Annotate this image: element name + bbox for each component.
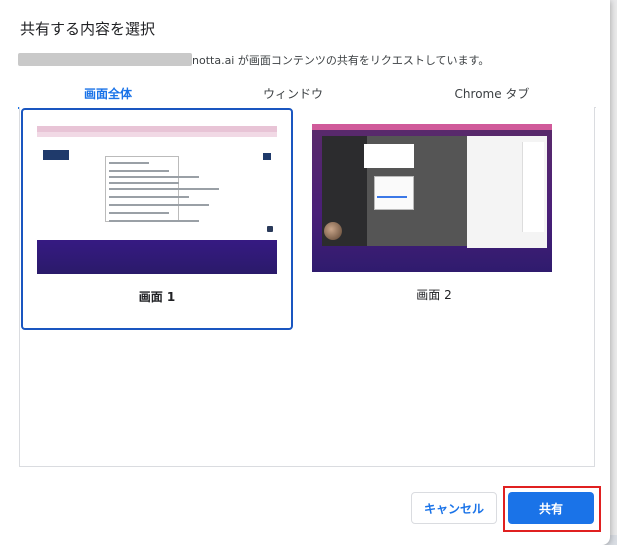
screen-2-label: 画面 2 (416, 288, 452, 302)
cancel-button[interactable]: キャンセル (411, 492, 497, 524)
thumb-side-panel (522, 142, 544, 232)
screen-option-1[interactable]: 画面 1 (21, 108, 293, 330)
screen-option-2[interactable]: 画面 2 (298, 108, 570, 330)
thumb-avatar (324, 222, 342, 240)
screen-1-label: 画面 1 (138, 290, 176, 304)
dialog-title: 共有する内容を選択 (20, 20, 156, 38)
screen-share-dialog: 共有する内容を選択 notta.ai が画面コンテンツの共有をリクエストしていま… (0, 0, 610, 545)
tab-chrome-tab[interactable]: Chrome タブ (388, 78, 596, 108)
thumb-popup (364, 144, 414, 168)
screen-1-thumbnail (37, 126, 277, 274)
thumb-text-line (109, 170, 169, 172)
thumb-text-line (109, 162, 149, 164)
thumb-blue-bar (377, 196, 407, 198)
thumb-text-line (109, 220, 199, 222)
thumb-nav-block (43, 150, 69, 160)
thumb-tabbar (37, 132, 277, 137)
thumb-text-line (109, 212, 169, 214)
redacted-url (18, 53, 192, 66)
thumb-text-line (109, 182, 179, 184)
thumb-menubar (312, 124, 552, 130)
thumb-text-line (109, 204, 209, 206)
subtitle-text: notta.ai が画面コンテンツの共有をリクエストしています。 (192, 54, 490, 67)
thumb-button (263, 153, 271, 160)
tab-window[interactable]: ウィンドウ (198, 78, 388, 108)
thumb-text-line (109, 176, 199, 178)
thumb-dark-square (267, 226, 273, 232)
share-source-tabs: 画面全体 ウィンドウ Chrome タブ (18, 78, 596, 109)
screen-list-panel: 画面 1 画面 2 (19, 107, 595, 467)
thumb-popup (374, 176, 414, 210)
tab-entire-screen[interactable]: 画面全体 (18, 78, 198, 109)
thumb-text-line (109, 188, 219, 190)
dialog-subtitle: notta.ai が画面コンテンツの共有をリクエストしています。 (18, 52, 489, 68)
screen-2-thumbnail (312, 124, 552, 272)
share-button[interactable]: 共有 (508, 492, 594, 524)
thumb-text-line (109, 196, 189, 198)
